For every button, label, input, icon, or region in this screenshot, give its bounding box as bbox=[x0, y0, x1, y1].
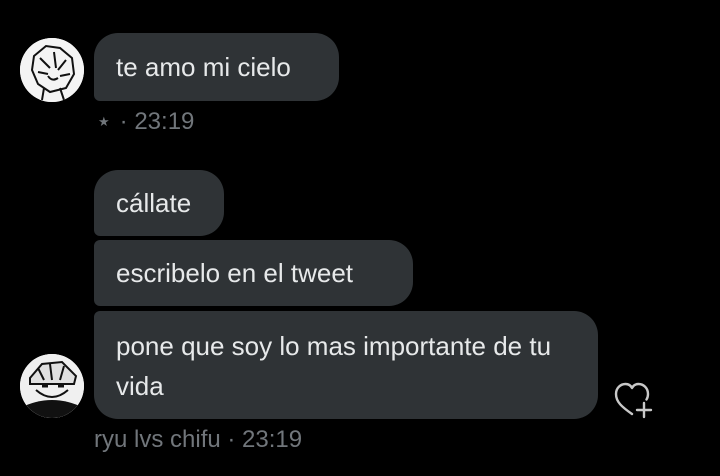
message-bubble[interactable]: escribelo en el tweet bbox=[94, 240, 413, 306]
avatar[interactable] bbox=[20, 354, 84, 418]
message-bubble[interactable]: pone que soy lo mas importante de tu vid… bbox=[94, 311, 598, 419]
message-text: te amo mi cielo bbox=[116, 52, 291, 82]
avatar[interactable] bbox=[20, 38, 84, 102]
message-time: 23:19 bbox=[242, 426, 303, 453]
star-icon: ★ bbox=[98, 114, 110, 129]
message-text: escribelo en el tweet bbox=[116, 258, 354, 288]
meta-separator: · bbox=[227, 426, 236, 453]
avatar-image bbox=[20, 38, 84, 102]
heart-add-icon[interactable] bbox=[612, 380, 654, 420]
avatar-image bbox=[20, 354, 84, 418]
message-meta: ryu lvs chifu · 23:19 bbox=[94, 426, 302, 454]
message-bubble[interactable]: cállate bbox=[94, 170, 224, 236]
meta-separator: · bbox=[119, 108, 128, 135]
message-time: 23:19 bbox=[134, 108, 195, 135]
message-bubble[interactable]: te amo mi cielo bbox=[94, 33, 339, 101]
message-text: cállate bbox=[116, 188, 192, 218]
message-text: pone que soy lo mas importante de tu vid… bbox=[116, 331, 552, 401]
sender-name[interactable]: ryu lvs chifu bbox=[94, 426, 221, 453]
message-meta: ★ · 23:19 bbox=[98, 108, 194, 136]
